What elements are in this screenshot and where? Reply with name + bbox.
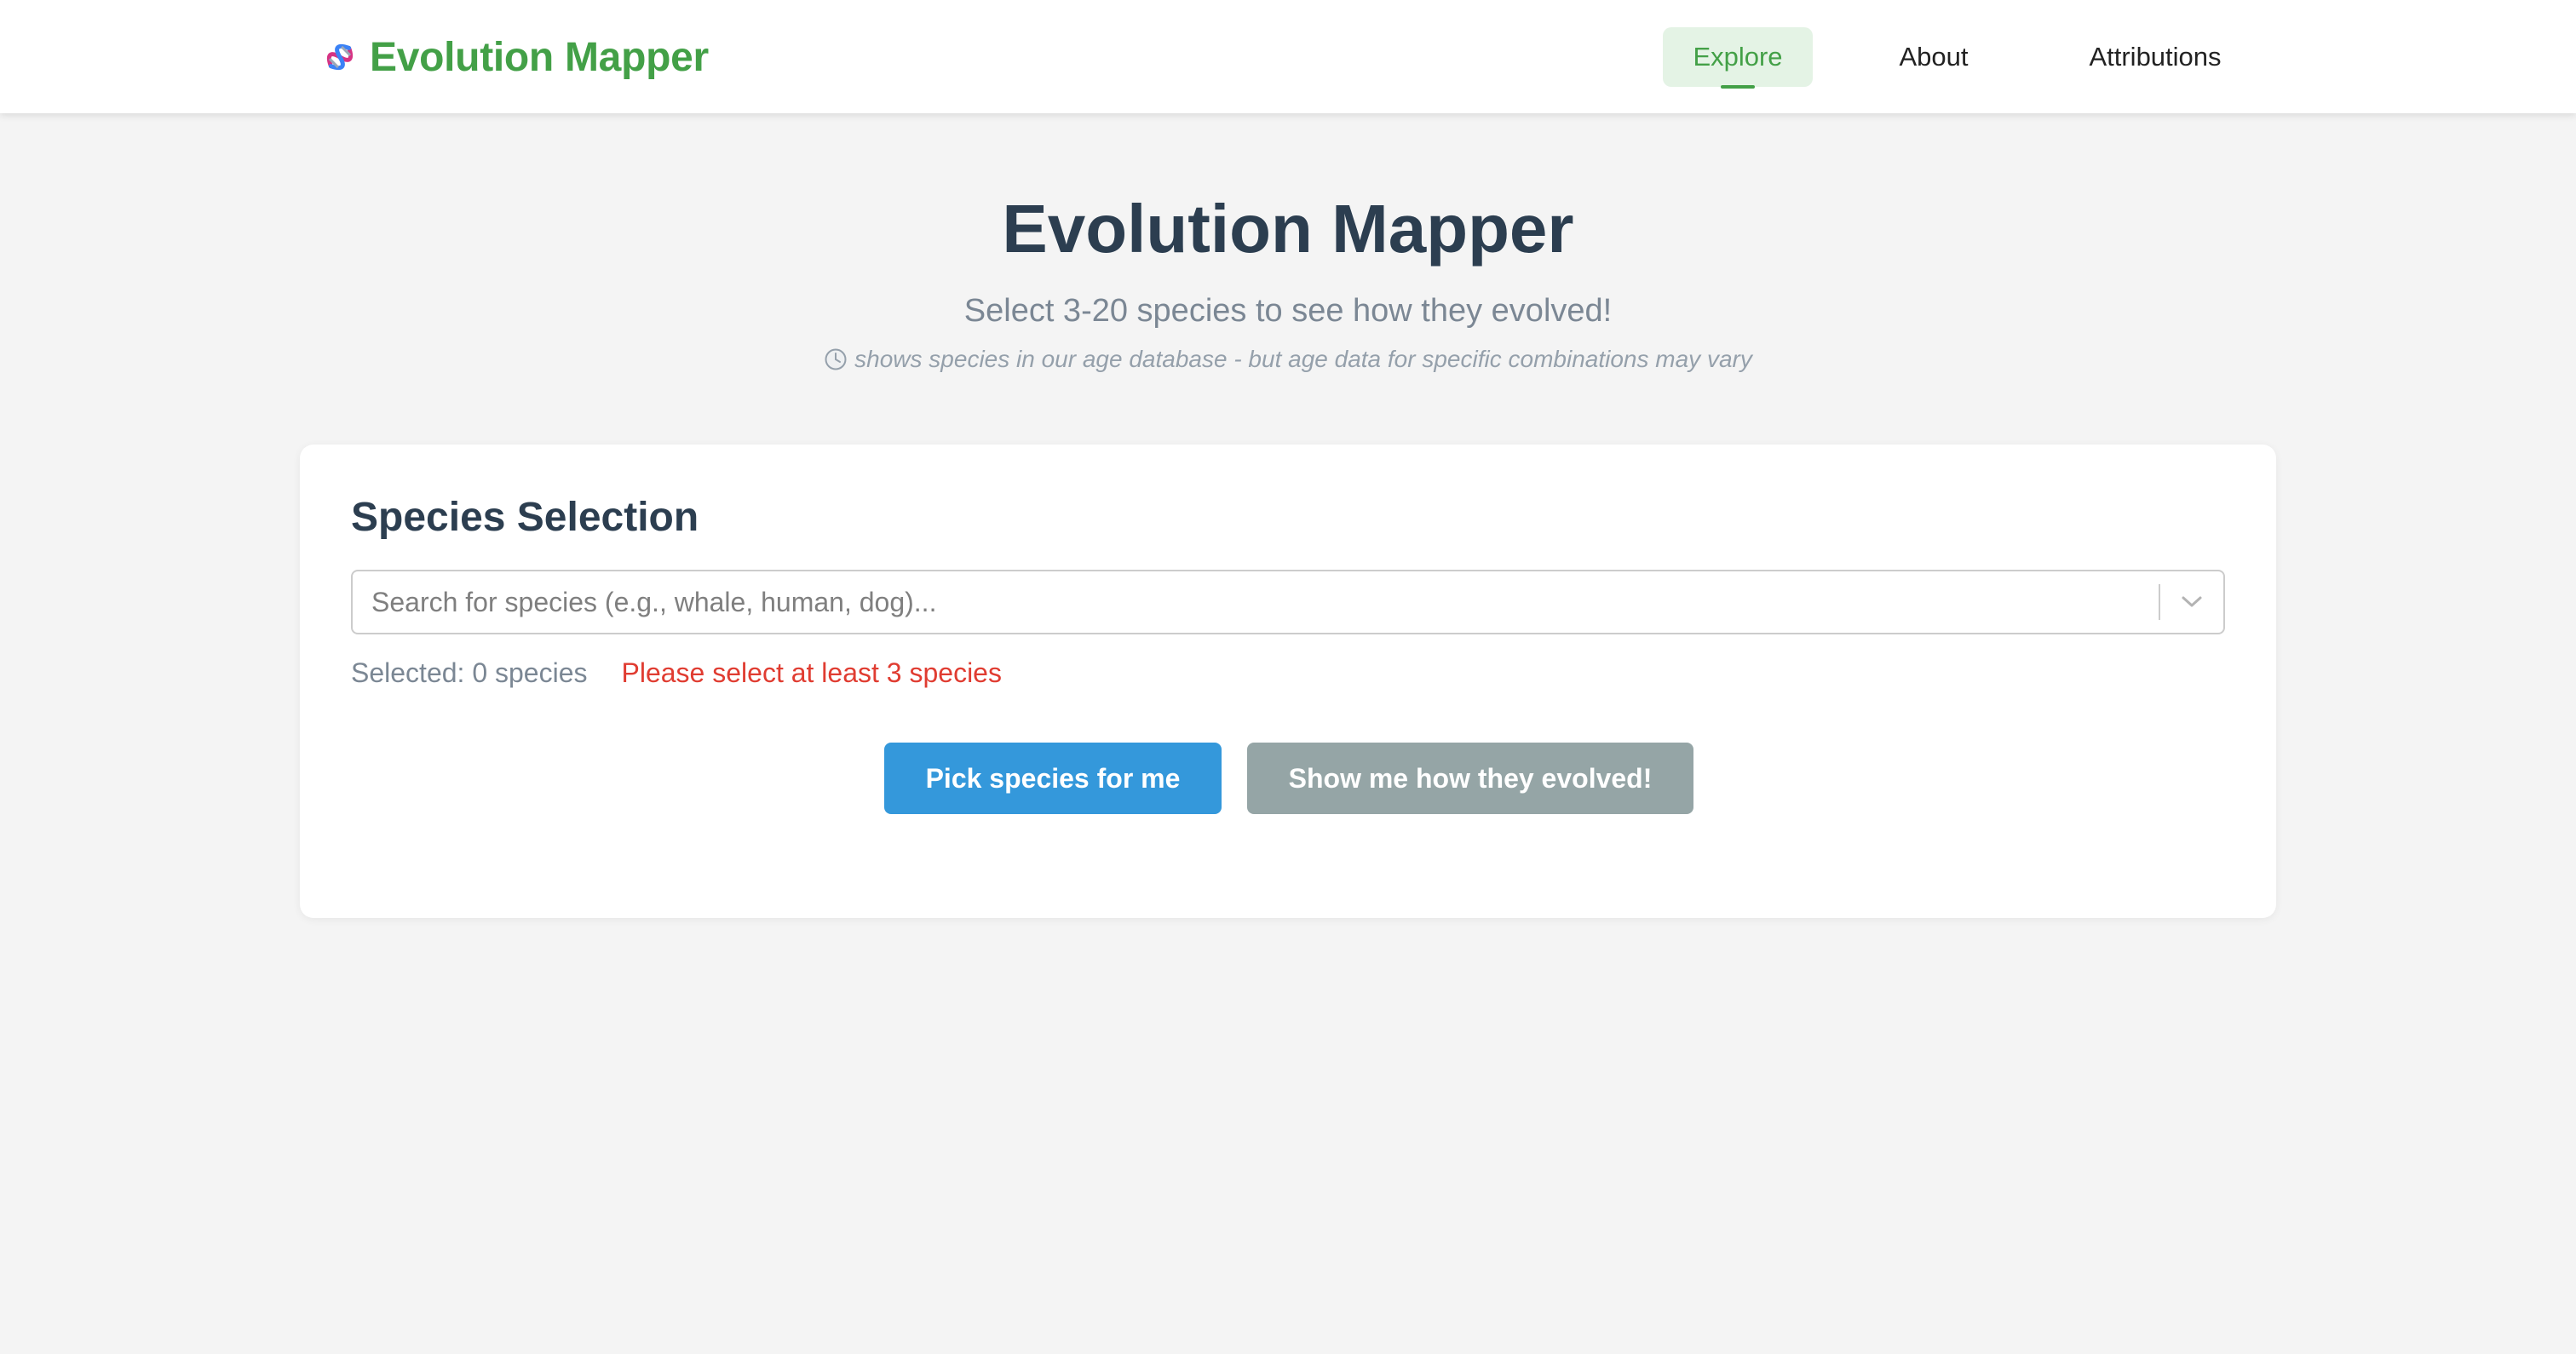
- nav-explore[interactable]: Explore: [1663, 27, 1813, 89]
- page-subtitle: Select 3-20 species to see how they evol…: [963, 293, 1613, 329]
- nav-explore-label: Explore: [1693, 42, 1783, 72]
- brand[interactable]: Evolution Mapper: [317, 29, 709, 85]
- nav-about[interactable]: About: [1874, 27, 1993, 87]
- page-title: Evolution Mapper: [1002, 191, 1574, 267]
- nav-attributions-label: Attributions: [2089, 42, 2222, 72]
- selection-status: Selected: 0 species Please select at lea…: [351, 657, 1002, 689]
- species-selection-title: Species Selection: [351, 495, 699, 540]
- species-selection-card: Species Selection Selected: 0 species Pl…: [300, 445, 2276, 918]
- show-evolution-button[interactable]: Show me how they evolved!: [1247, 743, 1693, 814]
- selected-count: Selected: 0 species: [351, 657, 588, 688]
- brand-title: Evolution Mapper: [370, 34, 709, 80]
- species-search-input[interactable]: [353, 571, 2159, 633]
- navbar: Evolution Mapper Explore About Attributi…: [0, 0, 2576, 113]
- dna-icon: [326, 43, 354, 71]
- active-indicator: [1721, 85, 1755, 89]
- clock-icon: [825, 348, 847, 370]
- species-search[interactable]: [351, 570, 2225, 634]
- chevron-down-icon[interactable]: [2160, 571, 2223, 633]
- age-note-text: shows species in our age database - but …: [854, 346, 1752, 372]
- nav-about-label: About: [1899, 42, 1969, 72]
- age-database-note: shows species in our age database - but …: [0, 346, 2576, 373]
- pick-species-button[interactable]: Pick species for me: [884, 743, 1222, 814]
- selection-warning: Please select at least 3 species: [621, 657, 1002, 688]
- nav-attributions[interactable]: Attributions: [2061, 27, 2249, 87]
